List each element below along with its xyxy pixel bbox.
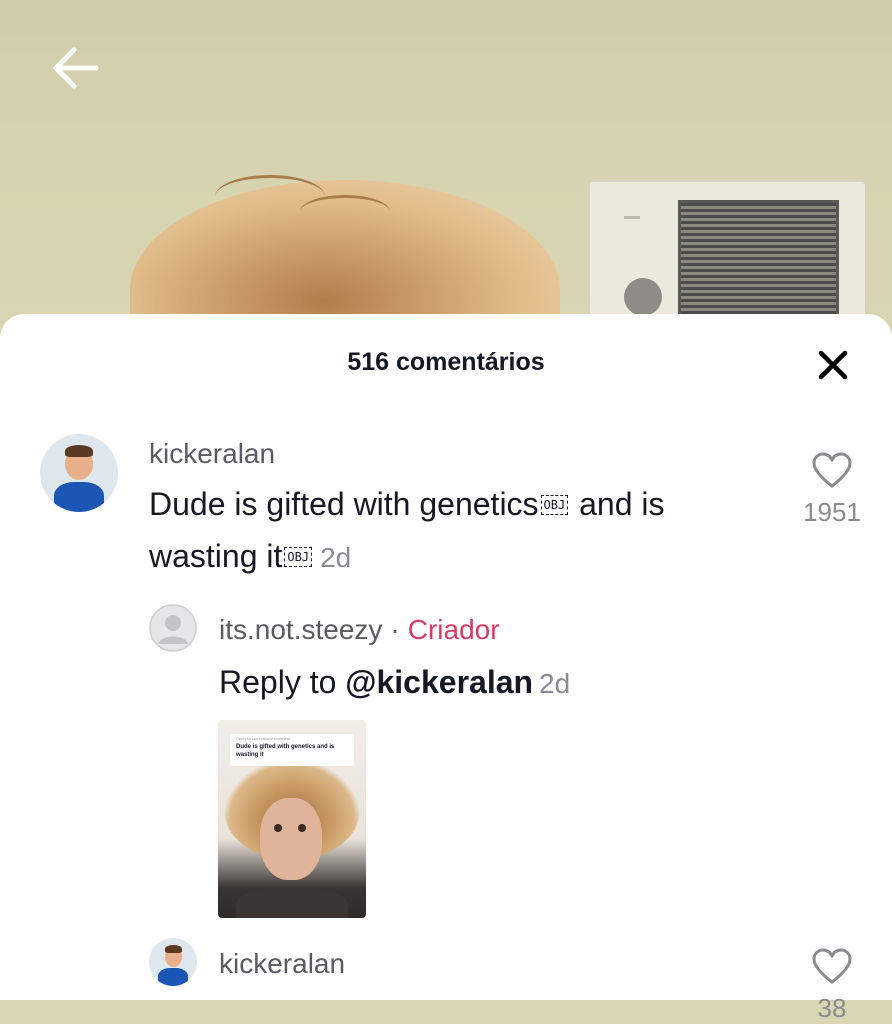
mention-link[interactable]: @kickeralan: [345, 664, 533, 700]
comment-text: Dude is gifted with genetics OBJ and is w…: [149, 486, 665, 574]
avatar[interactable]: [40, 434, 118, 512]
reply-time: 2d: [539, 668, 571, 699]
like-button[interactable]: 1951: [797, 452, 867, 528]
like-count: 1951: [803, 497, 861, 527]
heart-outline-icon: [812, 452, 852, 488]
obj-replacement-glyph: OBJ: [284, 547, 313, 567]
obj-replacement-glyph: OBJ: [540, 495, 569, 515]
reply-text: Reply to @kickeralan 2d: [219, 664, 571, 700]
reply-video-thumbnail[interactable]: Reply to kickeralan's comment Dude is gi…: [218, 720, 366, 918]
avatar[interactable]: [149, 938, 197, 986]
like-count: 38: [817, 993, 847, 1023]
comment-time: 2d: [320, 542, 352, 573]
avatar[interactable]: [149, 604, 197, 652]
back-button[interactable]: [46, 38, 106, 98]
close-icon: [818, 350, 848, 380]
video-background: [0, 0, 892, 340]
hair-strand: [300, 195, 390, 228]
heater-knob: [624, 278, 662, 316]
comment-username[interactable]: kickeralan: [149, 438, 275, 470]
default-avatar-icon: [149, 604, 197, 652]
like-button[interactable]: 38: [797, 948, 867, 1024]
sheet-title: 516 comentários: [347, 348, 545, 376]
thumbnail-caption-bubble: Reply to kickeralan's comment Dude is gi…: [230, 734, 354, 766]
creator-badge: Criador: [407, 614, 500, 645]
comments-sheet: 516 comentários kickeralan Dude is gifte…: [0, 314, 892, 1023]
heart-outline-icon: [812, 948, 852, 984]
close-button[interactable]: [812, 344, 854, 386]
reply-username[interactable]: its.not.steezy: [219, 614, 382, 645]
reply-username-line: its.not.steezy · Criador: [219, 614, 500, 645]
arrow-left-icon: [53, 47, 99, 89]
comment-username[interactable]: kickeralan: [219, 948, 345, 980]
